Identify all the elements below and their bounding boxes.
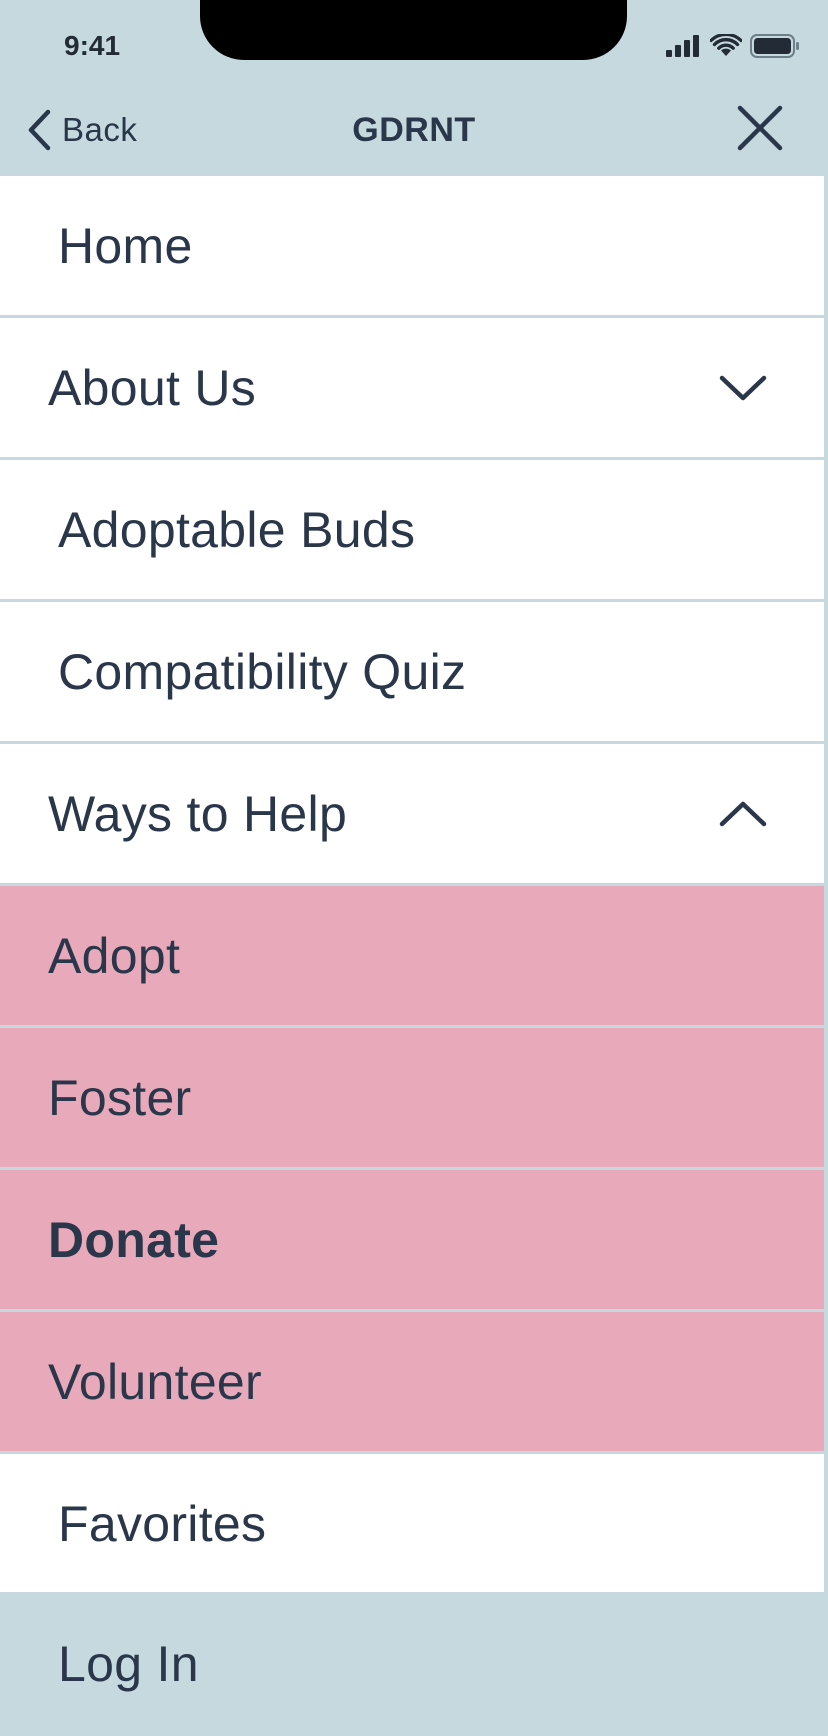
menu-item-label: About Us	[48, 359, 257, 416]
submenu-item-label: Foster	[48, 1069, 192, 1126]
submenu-item-donate[interactable]: Donate	[0, 1170, 824, 1309]
menu-item-adoptable-buds[interactable]: Adoptable Buds	[0, 460, 824, 599]
submenu-item-adopt[interactable]: Adopt	[0, 886, 824, 1025]
chevron-down-icon	[719, 375, 767, 400]
submenu-item-label-active: Donate	[48, 1211, 220, 1268]
submenu-item-label: Adopt	[48, 927, 181, 984]
menu-item-compatibility-quiz[interactable]: Compatibility Quiz	[0, 602, 824, 741]
menu-item-ways-to-help[interactable]: Ways to Help	[0, 744, 824, 883]
menu-item-label: Ways to Help	[48, 785, 348, 842]
submenu-item-foster[interactable]: Foster	[0, 1028, 824, 1167]
status-bar: 9:41	[0, 0, 828, 90]
device-notch	[200, 0, 627, 60]
menu-item-label: Adoptable Buds	[58, 501, 416, 558]
status-icons	[666, 32, 800, 60]
submenu-item-label: Volunteer	[48, 1353, 262, 1410]
nav-title: GDRNT	[352, 111, 476, 149]
status-time: 9:41	[64, 30, 121, 61]
battery-icon	[750, 34, 799, 58]
submenu-item-volunteer[interactable]: Volunteer	[0, 1312, 824, 1451]
login-button[interactable]: Log In	[0, 1592, 828, 1736]
menu-item-favorites[interactable]: Favorites	[0, 1454, 824, 1593]
menu-item-label: Home	[58, 217, 193, 274]
menu-item-about-us[interactable]: About Us	[0, 318, 824, 457]
close-icon	[737, 105, 783, 151]
wifi-icon	[710, 34, 742, 56]
navigation-menu: Home About Us Adoptable Buds Compatibili…	[0, 176, 824, 1596]
cellular-signal-icon	[666, 35, 699, 57]
login-label: Log In	[58, 1636, 199, 1692]
menu-item-label: Favorites	[58, 1495, 267, 1552]
menu-item-home[interactable]: Home	[0, 176, 824, 315]
navigation-bar: Back GDRNT	[0, 90, 828, 176]
close-button[interactable]	[734, 102, 786, 154]
chevron-up-icon	[719, 801, 767, 826]
menu-item-label: Compatibility Quiz	[58, 643, 467, 700]
